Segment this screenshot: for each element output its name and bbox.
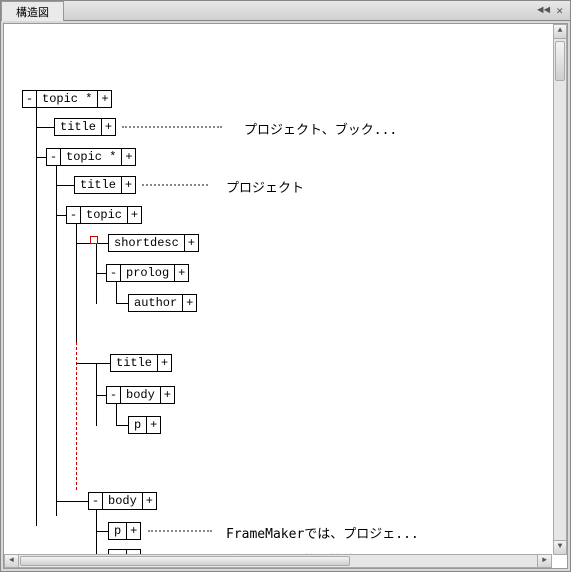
tree-line	[96, 531, 108, 532]
element-label[interactable]: prolog	[120, 264, 175, 282]
scroll-up-button[interactable]: ▲	[554, 25, 566, 39]
insert-button[interactable]: +	[143, 492, 157, 510]
collapse-toggle[interactable]: -	[22, 90, 36, 108]
scroll-down-button[interactable]: ▼	[554, 540, 566, 554]
node-topic[interactable]: - topic * +	[22, 90, 112, 108]
insert-button[interactable]: +	[122, 176, 136, 194]
insert-button[interactable]: +	[175, 264, 189, 282]
node-title[interactable]: title +	[110, 354, 172, 372]
insert-button[interactable]: +	[185, 234, 199, 252]
element-label[interactable]: body	[120, 386, 161, 404]
scroll-right-button[interactable]: ►	[537, 555, 551, 567]
node-body[interactable]: - body +	[88, 492, 157, 510]
node-author[interactable]: author +	[128, 294, 197, 312]
element-label[interactable]: title	[110, 354, 158, 372]
element-label[interactable]: title	[74, 176, 122, 194]
tree-line	[56, 185, 74, 186]
content-dots	[148, 530, 212, 532]
element-label[interactable]: title	[54, 118, 102, 136]
panel-tab[interactable]: 構造図	[1, 1, 64, 22]
collapse-toggle[interactable]: -	[106, 386, 120, 404]
element-label[interactable]: topic *	[60, 148, 122, 166]
collapse-toggle[interactable]: -	[88, 492, 102, 510]
content-text: プロジェクト、ブック...	[244, 119, 397, 138]
tree-line	[76, 363, 110, 364]
node-title[interactable]: title +	[74, 176, 136, 194]
element-label[interactable]: author	[128, 294, 183, 312]
content-area: - topic * + title + プロジェクト、ブック... - topi…	[1, 21, 570, 571]
close-button[interactable]: ✕	[553, 4, 566, 18]
horizontal-scrollbar[interactable]: ◄ ►	[4, 554, 552, 568]
element-label[interactable]: body	[102, 492, 143, 510]
element-label[interactable]: shortdesc	[108, 234, 185, 252]
node-p[interactable]: p +	[108, 522, 141, 540]
node-p[interactable]: p +	[128, 416, 161, 434]
tree-line	[116, 303, 128, 304]
tree-canvas[interactable]: - topic * + title + プロジェクト、ブック... - topi…	[3, 23, 568, 569]
node-title[interactable]: title +	[54, 118, 116, 136]
insert-button[interactable]: +	[128, 206, 142, 224]
content-text: FrameMakerでは、プロジェ...	[226, 523, 419, 542]
collapse-toggle[interactable]: -	[66, 206, 80, 224]
insert-button[interactable]: +	[98, 90, 112, 108]
structure-tree: - topic * + title + プロジェクト、ブック... - topi…	[4, 24, 567, 568]
structure-panel: 構造図 ◄◄ ✕	[0, 0, 571, 572]
scroll-thumb[interactable]	[20, 556, 350, 566]
content-dots	[142, 184, 208, 186]
insert-button[interactable]: +	[127, 522, 141, 540]
content-text: プロジェクト	[226, 177, 304, 196]
node-topic[interactable]: - topic * +	[46, 148, 136, 166]
insert-button[interactable]: +	[161, 386, 175, 404]
node-topic[interactable]: - topic +	[66, 206, 142, 224]
tree-line	[76, 214, 77, 342]
node-body[interactable]: - body +	[106, 386, 175, 404]
insert-button[interactable]: +	[122, 148, 136, 166]
vertical-scrollbar[interactable]: ▲ ▼	[553, 24, 567, 555]
collapse-button[interactable]: ◄◄	[534, 5, 553, 17]
validation-marker-icon[interactable]	[90, 236, 98, 244]
scroll-left-button[interactable]: ◄	[5, 555, 19, 567]
element-label[interactable]: topic	[80, 206, 128, 224]
insert-button[interactable]: +	[183, 294, 197, 312]
element-label[interactable]: topic *	[36, 90, 98, 108]
node-shortdesc[interactable]: shortdesc +	[108, 234, 199, 252]
titlebar: 構造図 ◄◄ ✕	[1, 1, 570, 21]
collapse-toggle[interactable]: -	[106, 264, 120, 282]
content-dots	[122, 126, 222, 128]
node-prolog[interactable]: - prolog +	[106, 264, 189, 282]
element-label[interactable]: p	[128, 416, 147, 434]
tree-line-dashed	[76, 342, 77, 490]
titlebar-controls: ◄◄ ✕	[534, 4, 570, 18]
insert-button[interactable]: +	[147, 416, 161, 434]
tree-line	[56, 501, 90, 502]
tree-line	[56, 156, 57, 516]
tree-line	[36, 98, 37, 526]
collapse-toggle[interactable]: -	[46, 148, 60, 166]
insert-button[interactable]: +	[158, 354, 172, 372]
tree-line	[36, 127, 54, 128]
insert-button[interactable]: +	[102, 118, 116, 136]
element-label[interactable]: p	[108, 522, 127, 540]
tree-line	[116, 425, 128, 426]
scroll-thumb[interactable]	[555, 41, 565, 81]
